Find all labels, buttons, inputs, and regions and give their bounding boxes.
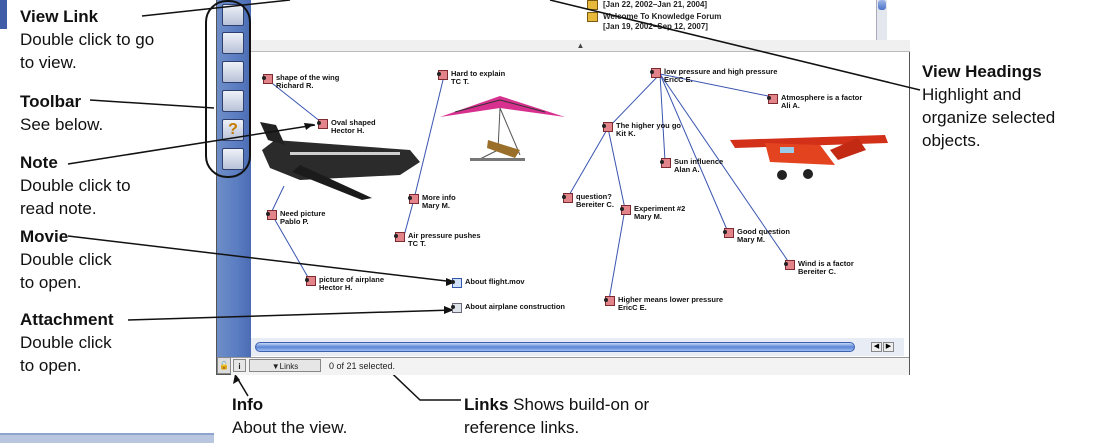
note[interactable]: picture of airplane Hector H.: [305, 276, 384, 292]
note-icon: [437, 70, 448, 80]
note[interactable]: Higher means lower pressure EricC E.: [604, 296, 723, 312]
note[interactable]: Experiment #2 Mary M.: [620, 205, 685, 221]
callout-toolbar: Toolbar See below.: [20, 92, 104, 134]
note[interactable]: Wind is a factor Bereiter C.: [784, 260, 854, 276]
info-button[interactable]: i: [233, 359, 246, 372]
note[interactable]: Hard to explain TC T.: [437, 70, 505, 86]
note[interactable]: question? Bereiter C.: [562, 193, 614, 209]
note[interactable]: Sun influence Alan A.: [660, 158, 723, 174]
callout-view-link: View Link Double click to go to view.: [20, 7, 155, 72]
callout-attachment: Attachment Double click to open.: [20, 310, 114, 375]
note-icon: [408, 194, 419, 204]
note-icon: [317, 119, 328, 129]
hang-glider-image: [440, 96, 565, 161]
callout-note: Note Double click to read note.: [20, 153, 131, 218]
links-button[interactable]: ▼Links: [249, 359, 321, 372]
status-bar: i ▼Links 0 of 21 selected.: [231, 357, 909, 375]
movie-item[interactable]: About flight.mov: [451, 278, 525, 288]
note-icon: [767, 94, 778, 104]
note-icon: [660, 158, 671, 168]
note-icon: [723, 228, 734, 238]
note[interactable]: Air pressure pushes TC T.: [394, 232, 481, 248]
note[interactable]: Need picture Pablo P.: [266, 210, 325, 226]
note[interactable]: low pressure and high pressure EricC E.: [650, 68, 777, 84]
note-icon: [620, 205, 631, 215]
horizontal-scrollbar[interactable]: ◀ ▶: [251, 338, 904, 356]
note-icon: [650, 68, 661, 78]
attachment-item[interactable]: About airplane construction: [451, 303, 565, 313]
scroll-right-arrow-icon[interactable]: ▶: [883, 342, 894, 352]
small-airplane-image: [730, 135, 888, 180]
note-icon: [262, 74, 273, 84]
callout-movie: Movie Double click to open.: [20, 227, 112, 292]
attachment-icon: [451, 303, 462, 313]
callout-view-headings: View Headings Highlight and organize sel…: [922, 62, 1056, 150]
note-icon: [784, 260, 795, 270]
note-icon: [602, 122, 613, 132]
note-icon: [562, 193, 573, 203]
note-icon: [305, 276, 316, 286]
callout-info: Info About the view.: [232, 395, 348, 437]
selection-count: 0 of 21 selected.: [329, 361, 396, 371]
callout-links: Links Shows build-on or reference links.: [464, 395, 650, 437]
note[interactable]: Oval shaped Hector H.: [317, 119, 376, 135]
note-icon: [604, 296, 615, 306]
scroll-left-arrow-icon[interactable]: ◀: [871, 342, 882, 352]
movie-icon: [451, 278, 462, 288]
lock-icon[interactable]: 🔓: [217, 357, 231, 374]
scroll-thumb[interactable]: [255, 342, 855, 352]
note[interactable]: Atmosphere is a factor Ali A.: [767, 94, 862, 110]
note[interactable]: More info Mary M.: [408, 194, 456, 210]
note[interactable]: Good question Mary M.: [723, 228, 790, 244]
note-icon: [266, 210, 277, 220]
note-icon: [394, 232, 405, 242]
note[interactable]: shape of the wing Richard R.: [262, 74, 339, 90]
note[interactable]: The higher you go Kit K.: [602, 122, 681, 138]
